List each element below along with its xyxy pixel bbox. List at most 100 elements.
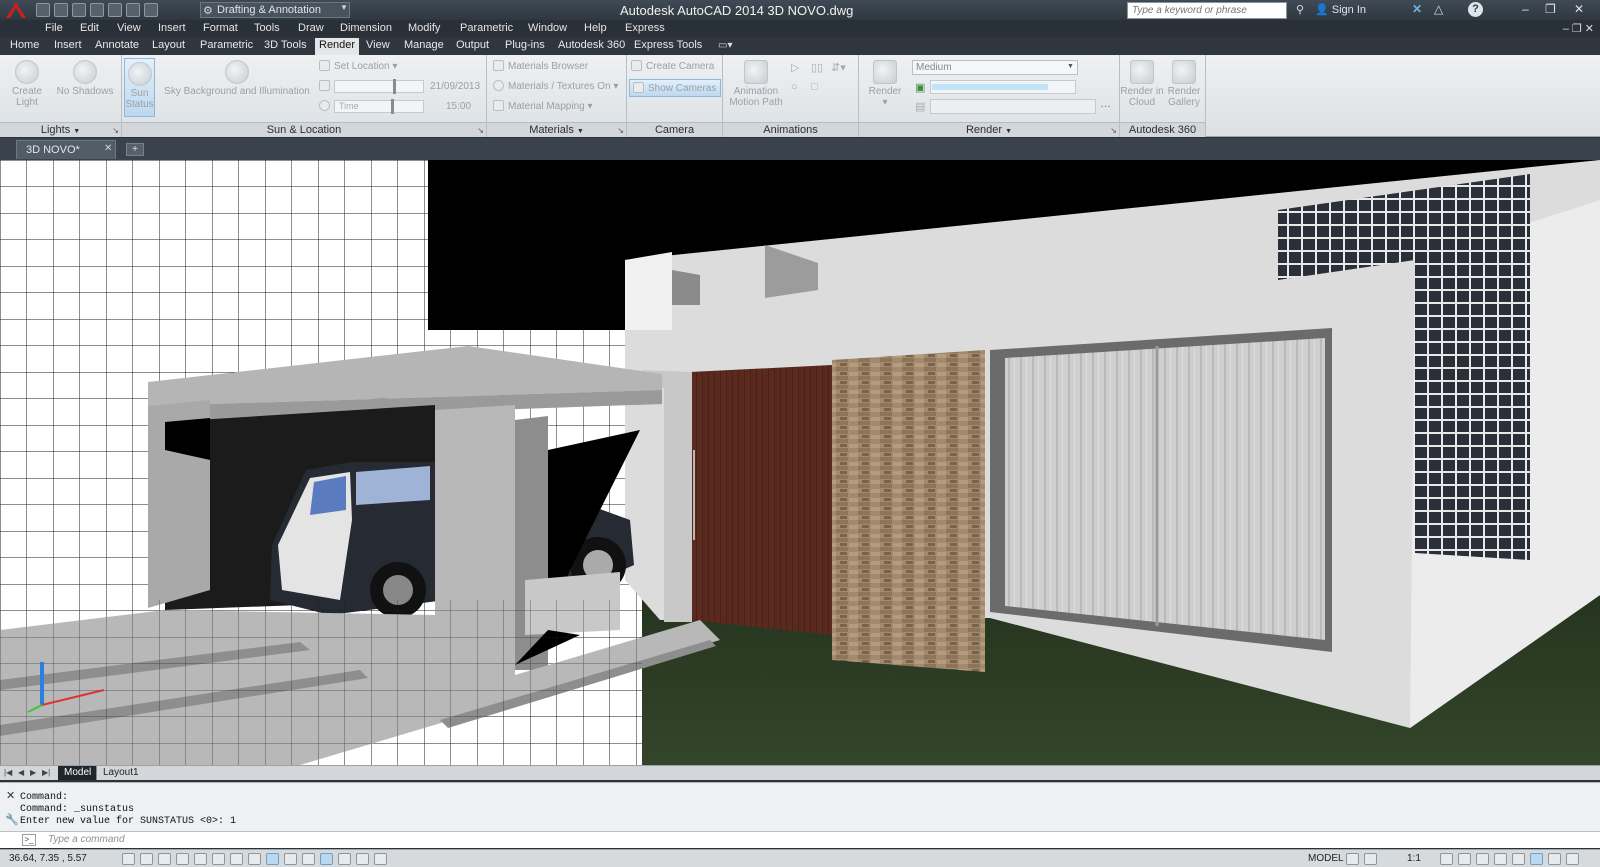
undo-icon[interactable] xyxy=(126,3,140,17)
menu-express[interactable]: Express xyxy=(625,22,665,34)
command-input[interactable]: >_ Type a command xyxy=(0,831,1600,848)
tab-annotate[interactable]: Annotate xyxy=(91,39,143,54)
tab-plug-ins[interactable]: Plug-ins xyxy=(501,39,549,54)
save-icon[interactable] xyxy=(72,3,86,17)
render-region-icon[interactable]: ▣ xyxy=(915,81,925,94)
render-in-cloud-button[interactable]: Render in Cloud xyxy=(1120,60,1164,108)
autodesk-360-icon[interactable]: △ xyxy=(1434,2,1443,16)
time-slider-thumb[interactable] xyxy=(391,99,394,114)
transparency-icon[interactable] xyxy=(320,853,333,865)
exchange-icon[interactable]: ✕ xyxy=(1412,2,1422,16)
menu-help[interactable]: Help xyxy=(584,22,607,34)
workspace-dropdown[interactable]: Drafting & Annotation xyxy=(200,2,350,18)
3d-osnap-icon[interactable] xyxy=(230,853,243,865)
tab-render[interactable]: Render xyxy=(315,38,360,55)
menu-dimension[interactable]: Dimension xyxy=(340,22,392,34)
ortho-icon[interactable] xyxy=(176,853,189,865)
annotation-visibility-icon[interactable] xyxy=(1440,853,1453,865)
close-icon[interactable]: ✕ xyxy=(1574,2,1584,16)
tab-express-tools[interactable]: Express Tools xyxy=(630,39,706,54)
dialog-launcher-icon[interactable]: ↘ xyxy=(617,126,624,135)
search-input[interactable]: Type a keyword or phrase xyxy=(1127,2,1287,19)
menu-file[interactable]: File xyxy=(45,22,63,34)
materials-browser-button[interactable]: Materials Browser xyxy=(493,60,588,76)
dialog-launcher-icon[interactable]: ↘ xyxy=(477,126,484,135)
render-gallery-button[interactable]: Render Gallery xyxy=(1162,60,1206,108)
command-prompt-icon[interactable]: >_ xyxy=(22,834,36,846)
wrench-icon[interactable]: 🔧 xyxy=(5,813,19,826)
binoculars-icon[interactable]: ⚲ xyxy=(1296,3,1304,16)
tab-manage[interactable]: Manage xyxy=(400,39,448,54)
materials-panel-title[interactable]: Materials ▼ xyxy=(487,122,626,137)
render-output-icon[interactable]: ▤ xyxy=(915,100,925,113)
pause-icon[interactable]: ▯▯ xyxy=(811,61,823,74)
hardware-acceleration-icon[interactable] xyxy=(1512,853,1525,865)
coordinates-readout[interactable]: 36.64, 7.35 , 5.57 xyxy=(9,853,87,864)
isolate-objects-icon[interactable] xyxy=(1530,853,1543,865)
record-icon[interactable]: ○ xyxy=(791,81,798,93)
minimize-icon[interactable]: – xyxy=(1522,2,1529,16)
redo-icon[interactable] xyxy=(144,3,158,17)
model-viewport[interactable] xyxy=(0,160,1600,765)
print-icon[interactable] xyxy=(108,3,122,17)
otrack-icon[interactable] xyxy=(248,853,261,865)
menu-parametric[interactable]: Parametric xyxy=(460,22,513,34)
create-light-button[interactable]: Create Light xyxy=(8,60,46,108)
close-icon[interactable]: ✕ xyxy=(6,789,15,802)
time-slider[interactable]: Time xyxy=(334,99,424,114)
render-preset-select[interactable]: Medium xyxy=(912,60,1078,75)
clean-screen-icon[interactable] xyxy=(1566,853,1579,865)
help-icon[interactable]: ? xyxy=(1468,2,1483,17)
new-tab-button[interactable]: + xyxy=(126,143,144,156)
tab-model[interactable]: Model xyxy=(58,766,98,780)
sun-status-button[interactable]: Sun Status xyxy=(124,58,155,117)
render-panel-title[interactable]: Render ▼ xyxy=(859,122,1119,137)
show-cameras-button[interactable]: Show Cameras xyxy=(629,79,721,97)
document-window-controls[interactable]: – ❐ ✕ xyxy=(1563,22,1594,35)
auto-scale-icon[interactable] xyxy=(1458,853,1471,865)
render-button[interactable]: Render ▾ xyxy=(865,60,905,108)
create-camera-button[interactable]: Create Camera xyxy=(631,60,714,76)
tab-parametric[interactable]: Parametric xyxy=(196,39,257,54)
polar-icon[interactable] xyxy=(194,853,207,865)
lights-panel-title[interactable]: Lights ▼ xyxy=(0,122,121,137)
tab-3d-tools[interactable]: 3D Tools xyxy=(260,39,311,54)
close-icon[interactable]: ✕ xyxy=(104,143,112,154)
workspace-switching-icon[interactable] xyxy=(1476,853,1489,865)
tab-autodesk-360[interactable]: Autodesk 360 xyxy=(554,39,629,54)
ribbon-minimize-icon[interactable]: ▭▾ xyxy=(718,40,732,51)
ducs-icon[interactable] xyxy=(266,853,279,865)
annotation-monitor-icon[interactable] xyxy=(374,853,387,865)
autocad-logo-icon[interactable] xyxy=(2,0,30,20)
material-mapping-button[interactable]: Material Mapping ▾ xyxy=(493,100,593,116)
menu-edit[interactable]: Edit xyxy=(80,22,99,34)
quick-properties-icon[interactable] xyxy=(338,853,351,865)
infer-constraints-icon[interactable] xyxy=(122,853,135,865)
tab-output[interactable]: Output xyxy=(452,39,493,54)
play-icon[interactable]: ▷ xyxy=(791,61,799,74)
menu-view[interactable]: View xyxy=(117,22,141,34)
date-slider-thumb[interactable] xyxy=(393,79,396,94)
open-icon[interactable] xyxy=(54,3,68,17)
tab-layout[interactable]: Layout xyxy=(148,39,189,54)
dialog-launcher-icon[interactable]: ↘ xyxy=(112,126,119,135)
tab-view[interactable]: View xyxy=(362,39,394,54)
grid-icon[interactable] xyxy=(158,853,171,865)
materials-textures-button[interactable]: Materials / Textures On ▾ xyxy=(493,80,618,96)
new-icon[interactable] xyxy=(36,3,50,17)
menu-tools[interactable]: Tools xyxy=(254,22,280,34)
tab-insert[interactable]: Insert xyxy=(50,39,86,54)
menu-window[interactable]: Window xyxy=(528,22,567,34)
animation-motion-path-button[interactable]: Animation Motion Path xyxy=(727,60,785,108)
selection-cycling-icon[interactable] xyxy=(356,853,369,865)
sign-in-button[interactable]: 👤 Sign In xyxy=(1315,3,1366,16)
lock-icon[interactable] xyxy=(1494,853,1507,865)
quick-view-drawings-icon[interactable] xyxy=(1364,853,1377,865)
tab-home[interactable]: Home xyxy=(6,39,43,54)
annotation-scale[interactable]: 1:1 xyxy=(1407,853,1421,864)
dialog-launcher-icon[interactable]: ↘ xyxy=(1110,126,1117,135)
menu-draw[interactable]: Draw xyxy=(298,22,324,34)
menu-modify[interactable]: Modify xyxy=(408,22,440,34)
status-bar-menu-icon[interactable] xyxy=(1548,853,1561,865)
menu-format[interactable]: Format xyxy=(203,22,238,34)
